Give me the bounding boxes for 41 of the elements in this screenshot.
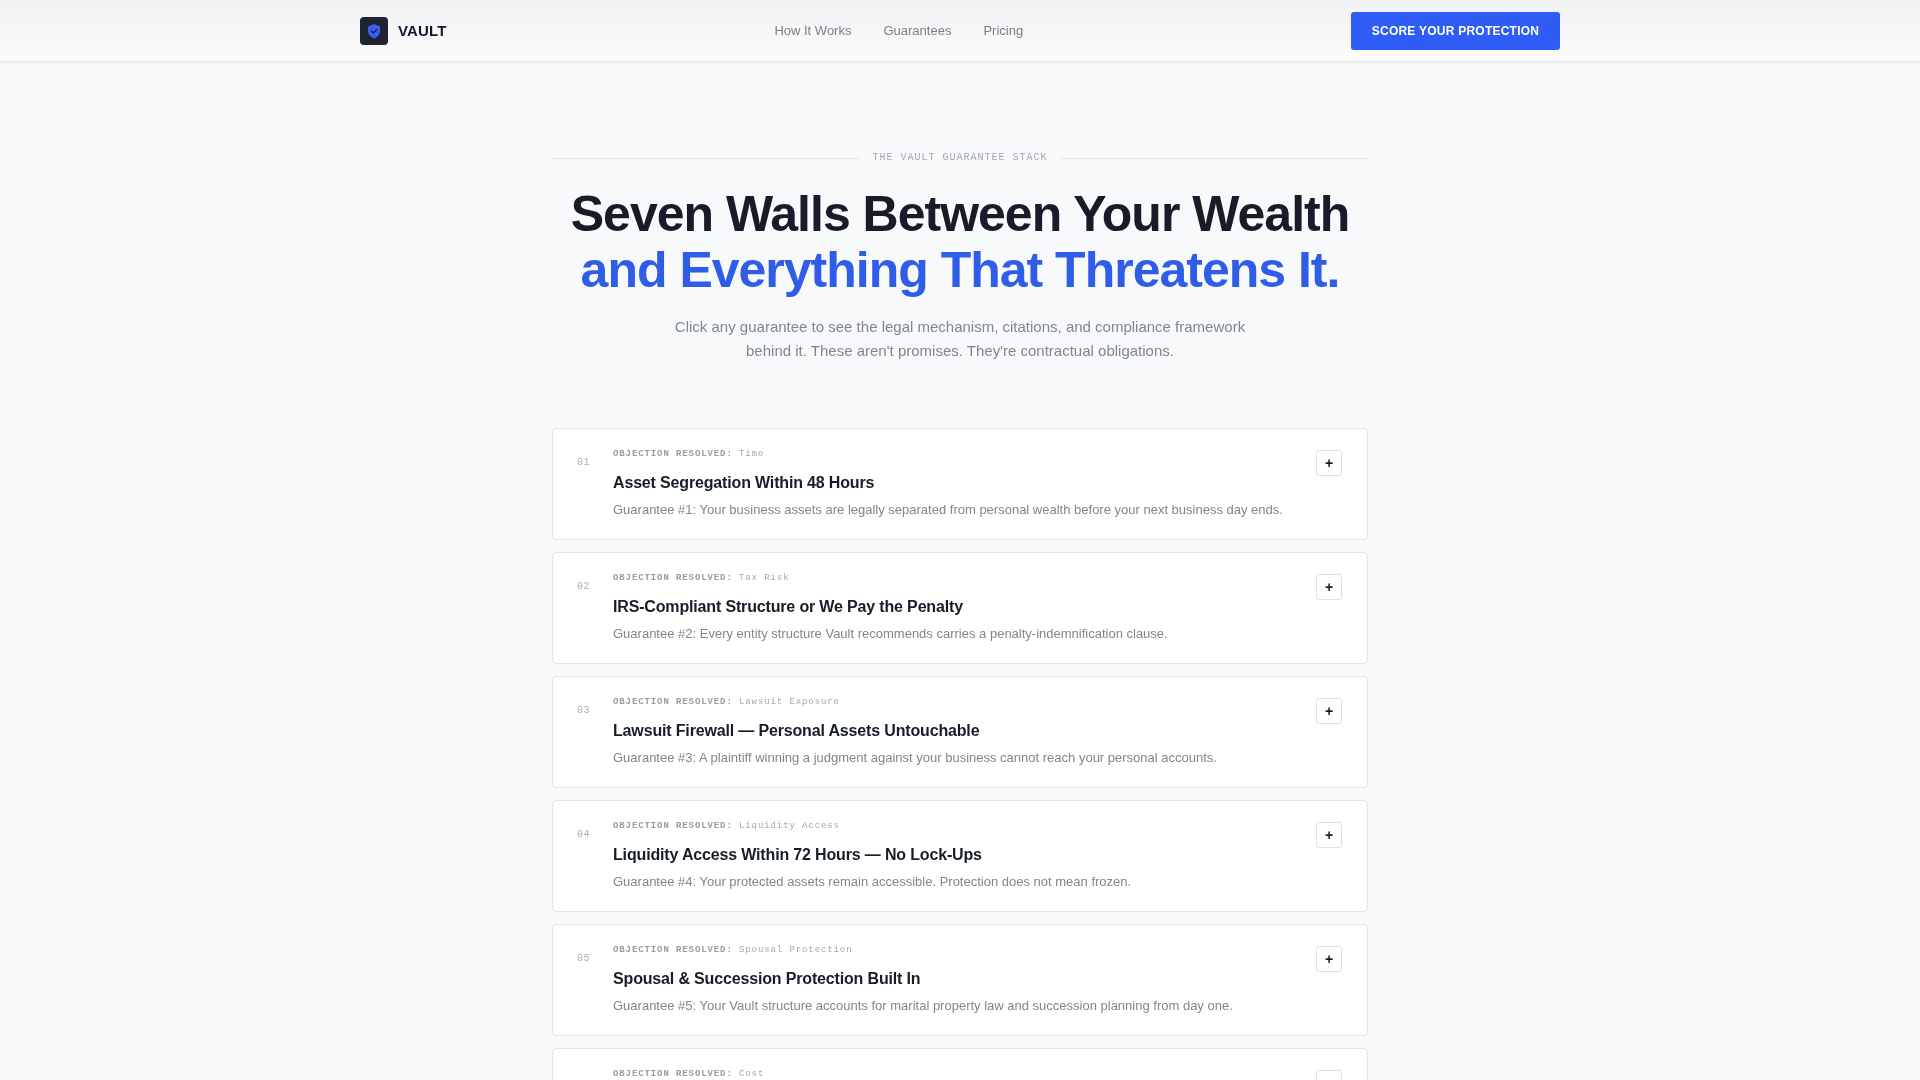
guarantee-number: 01 <box>577 456 591 470</box>
guarantee-number: 05 <box>577 952 591 966</box>
guarantee-card[interactable]: 01 OBJECTION RESOLVED: Time Asset Segregation Within 48 Hours Guarantee #1: Your business assets are legally separated from personal wealth before your next business day ends. + <box>552 428 1368 540</box>
guarantee-card[interactable]: 02 OBJECTION RESOLVED: Tax Risk IRS-Compliant Structure or We Pay the Penalty Guarantee #2: Every entity structure Vault recommends carries a penalty-indemnification clause. + <box>552 552 1368 664</box>
guarantee-description: Guarantee #1: Your business assets are legally separated from personal wealth before your next business day ends. <box>613 501 1283 519</box>
guarantee-description: Guarantee #2: Every entity structure Vault recommends carries a penalty-indemnification clause. <box>613 625 1168 643</box>
guarantee-title: IRS-Compliant Structure or We Pay the Penalty <box>613 597 963 617</box>
expand-button[interactable]: + <box>1316 946 1342 972</box>
section-eyebrow: THE VAULT GUARANTEE STACK <box>872 151 1048 165</box>
guarantee-title: Lawsuit Firewall — Personal Assets Untouchable <box>613 721 980 741</box>
objection-label: OBJECTION RESOLVED: Spousal Protection <box>613 944 853 956</box>
headline-accent: and Everything That Threatens It. <box>580 242 1340 298</box>
cta-button[interactable]: SCORE YOUR PROTECTION <box>1351 11 1560 50</box>
headline: Seven Walls Between Your Wealth <box>570 186 1350 242</box>
guarantee-title: Asset Segregation Within 48 Hours <box>613 473 875 493</box>
guarantee-title: Spousal & Succession Protection Built In <box>613 969 921 989</box>
guarantee-card[interactable]: 03 OBJECTION RESOLVED: Lawsuit Exposure Lawsuit Firewall — Personal Assets Untouchable Guarantee #3: A plaintiff winning a judgment against your business cannot reach your personal accounts. + <box>552 676 1368 788</box>
guarantee-title: Liquidity Access Within 72 Hours — No Lock-Ups <box>613 845 982 865</box>
guarantee-card[interactable]: 04 OBJECTION RESOLVED: Liquidity Access Liquidity Access Within 72 Hours — No Lock-Ups Guarantee #4: Your protected assets remain accessible. Protection does not mean frozen. + <box>552 800 1368 912</box>
brand-name: VAULT <box>398 22 447 39</box>
guarantee-card[interactable]: 05 OBJECTION RESOLVED: Spousal Protection Spousal & Succession Protection Built In Guarantee #5: Your Vault structure accounts for marital property law and succession planning from day one. + <box>552 924 1368 1036</box>
expand-button[interactable]: + <box>1316 822 1342 848</box>
hero-subtitle: Click any guarantee to see the legal mechanism, citations, and compliance framework behind it. These aren't promises. They're contractual obligations. <box>673 317 1247 361</box>
expand-button[interactable]: + <box>1316 574 1342 600</box>
nav-link[interactable]: How It Works <box>774 23 852 38</box>
expand-button[interactable]: + <box>1316 450 1342 476</box>
nav-link[interactable]: Guarantees <box>883 23 952 38</box>
objection-label: OBJECTION RESOLVED: Lawsuit Exposure <box>613 696 840 708</box>
objection-label: OBJECTION RESOLVED: Time <box>613 448 765 460</box>
guarantee-description: Guarantee #4: Your protected assets remain accessible. Protection does not mean frozen. <box>613 873 1132 891</box>
nav-link[interactable]: Pricing <box>983 23 1024 38</box>
objection-label: OBJECTION RESOLVED: Tax Risk <box>613 572 790 584</box>
shield-icon <box>360 16 388 45</box>
guarantee-number: 02 <box>577 580 591 594</box>
objection-label: OBJECTION RESOLVED: Liquidity Access <box>613 820 840 832</box>
guarantee-number: 03 <box>577 704 591 718</box>
expand-button[interactable]: + <box>1316 698 1342 724</box>
objection-label: OBJECTION RESOLVED: Cost <box>613 1068 765 1080</box>
guarantee-description: Guarantee #3: A plaintiff winning a judgment against your business cannot reach your personal accounts. <box>613 749 1217 767</box>
guarantee-description: Guarantee #5: Your Vault structure accounts for marital property law and succession planning from day one. <box>613 997 1233 1015</box>
guarantee-number: 04 <box>577 828 591 842</box>
